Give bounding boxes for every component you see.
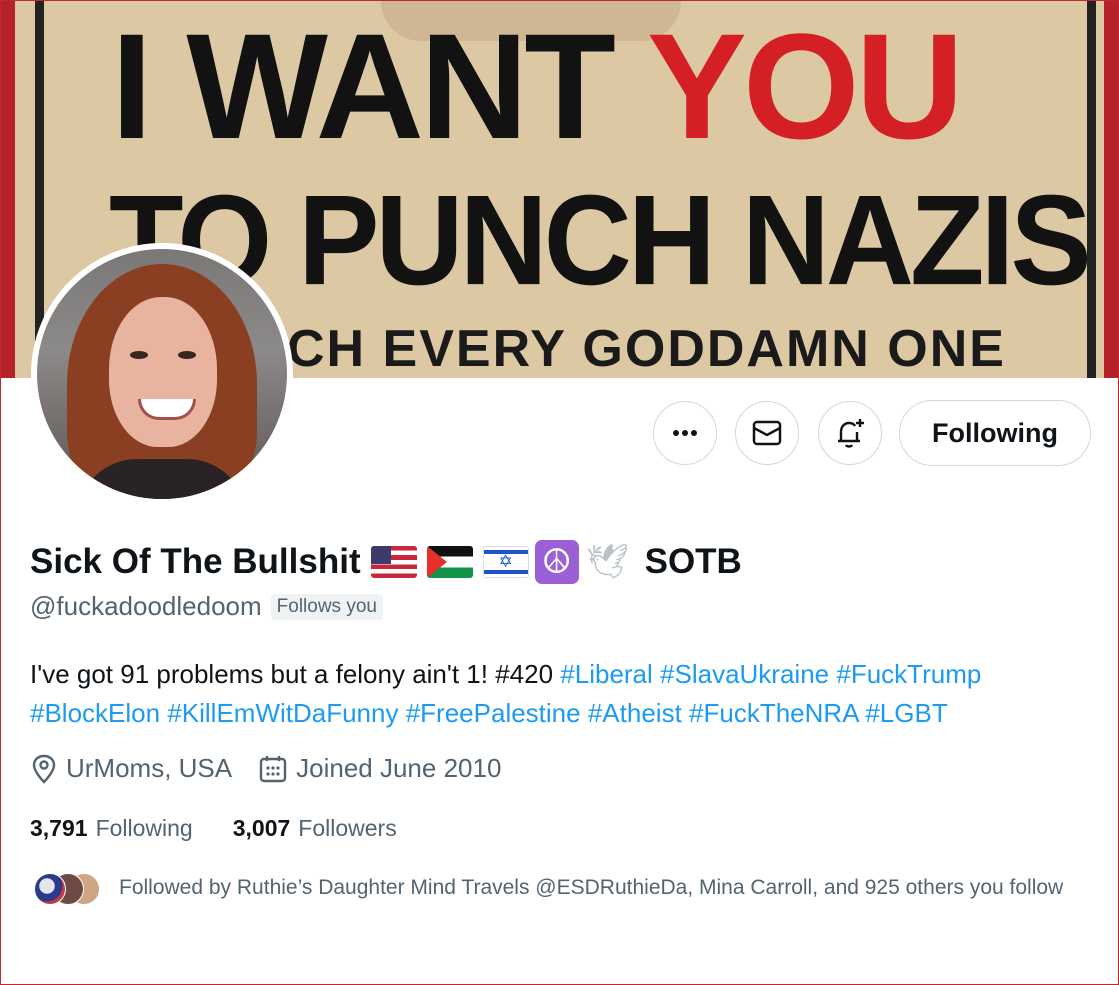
israel-flag-star: ✡ (498, 552, 513, 572)
israel-flag-stripe (483, 570, 528, 574)
username-handle: @fuckadoodledoom (30, 591, 262, 621)
followed-by-text: Followed by Ruthie’s Daughter Mind Trave… (119, 876, 1064, 899)
location-pin-icon (32, 754, 56, 784)
following-count-link[interactable]: 3,791 Following (30, 815, 193, 842)
avatar[interactable] (31, 243, 293, 505)
joined-text: Joined June 2010 (296, 753, 502, 783)
us-flag-icon (370, 546, 417, 578)
profile-page: I WANT YOU TO PUNCH NAZIS CH EVERY GODDA… (0, 0, 1119, 985)
follow-stats: 3,791 Following 3,007 Followers (30, 815, 437, 842)
following-button[interactable]: Following (899, 400, 1091, 466)
followed-by-avatars (30, 873, 100, 905)
follows-you-badge: Follows you (270, 593, 383, 620)
profile-bio: I've got 91 problems but a felony ain't … (30, 655, 1090, 733)
hashtag-link[interactable]: #KillEmWitDaFunny (167, 698, 398, 728)
display-name-suffix: SOTB (644, 542, 742, 581)
display-name: Sick Of The Bullshit (30, 542, 361, 581)
handle-row: @fuckadoodledoom Follows you (30, 591, 383, 622)
dove-icon: 🕊 (586, 542, 630, 582)
more-button[interactable] (653, 401, 717, 465)
banner-border-left (1, 1, 15, 378)
avatar-eye (178, 351, 196, 359)
avatar-face (109, 297, 217, 447)
hashtag-link[interactable]: #SlavaUkraine (660, 659, 829, 689)
location-text: UrMoms, USA (66, 753, 233, 783)
joined-item: Joined June 2010 (258, 753, 501, 784)
bio-text: I've got 91 problems but a felony ain't … (30, 659, 561, 689)
envelope-icon (752, 420, 782, 446)
bell-plus-icon (838, 419, 864, 448)
peace-symbol-icon: ☮ (534, 540, 579, 584)
message-button[interactable] (735, 401, 799, 465)
israel-flag-icon: ✡ (482, 546, 529, 578)
hashtag-link[interactable]: #FreePalestine (406, 698, 581, 728)
banner-line-right (1087, 1, 1096, 378)
location-item: UrMoms, USA (30, 753, 232, 784)
hashtag-link[interactable]: #FuckTheNRA (689, 698, 858, 728)
display-name-row: Sick Of The Bullshit ✡ ☮ 🕊 SOTB (30, 537, 742, 587)
banner-headline: I WANT YOU (111, 2, 964, 170)
followers-count-link[interactable]: 3,007 Followers (233, 815, 397, 842)
more-horizontal-icon (673, 430, 697, 436)
calendar-icon (259, 755, 287, 782)
hashtag-link[interactable]: #FuckTrump (836, 659, 981, 689)
banner-tagline: CH EVERY GODDAMN ONE (287, 320, 1006, 378)
followers-label: Followers (298, 815, 397, 841)
palestine-flag-triangle (426, 546, 447, 578)
notify-button[interactable] (818, 401, 882, 465)
palestine-flag-icon (426, 546, 473, 578)
hashtag-link[interactable]: #Liberal (560, 659, 653, 689)
banner-border-right (1104, 1, 1118, 378)
followers-count: 3,007 (232, 815, 291, 841)
us-flag-canton (370, 546, 391, 564)
hashtag-link[interactable]: #LGBT (865, 698, 947, 728)
follower-avatar (34, 873, 66, 905)
profile-meta: UrMoms, USA Joined June 2010 (30, 753, 527, 784)
avatar-eye (130, 351, 148, 359)
following-count: 3,791 (30, 815, 88, 841)
hashtag-link[interactable]: #Atheist (588, 698, 682, 728)
following-label: Following (95, 815, 193, 841)
hashtag-link[interactable]: #BlockElon (30, 698, 160, 728)
banner-headline-red: YOU (646, 2, 964, 170)
avatar-photo (37, 249, 287, 499)
